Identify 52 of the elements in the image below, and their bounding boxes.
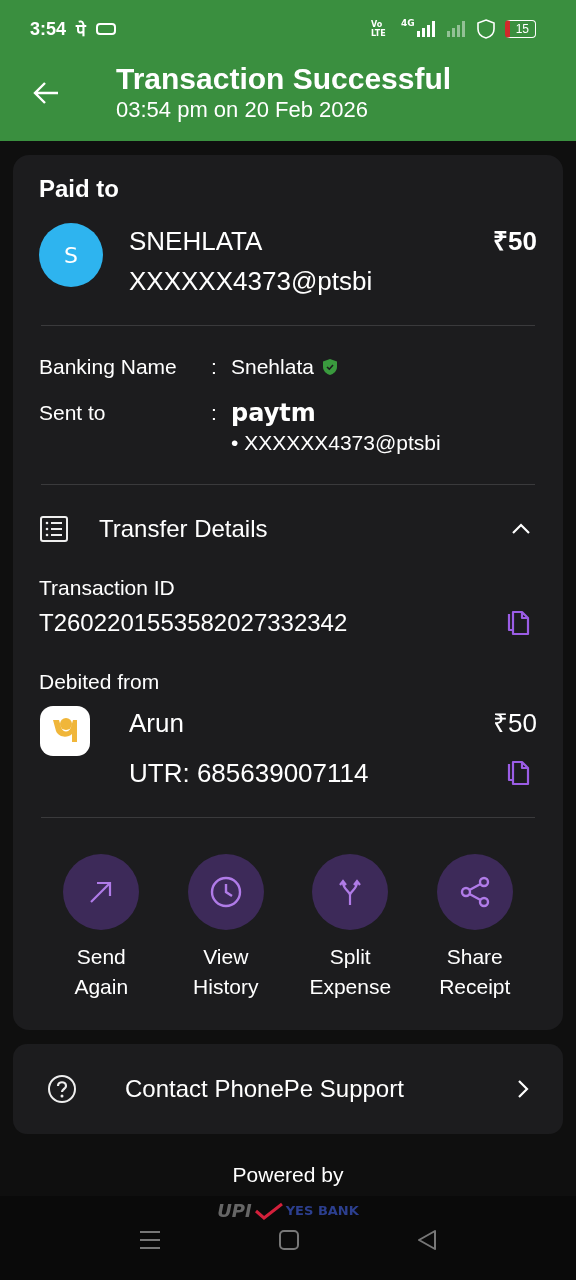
detail-value: • XXXXXX4373@ptsbi — [231, 430, 441, 456]
upi-logo: UPI — [217, 1200, 252, 1221]
separator-text: : — [211, 400, 218, 426]
status-time: 3:54 — [30, 18, 67, 40]
bank-logo: YES BANK — [285, 1203, 359, 1218]
chevron-icon[interactable] — [511, 523, 531, 535]
list-icon — [39, 515, 69, 543]
powered-by-text: Powered by — [231, 1162, 345, 1188]
payee-name: SNEHLATA — [129, 225, 263, 258]
signal-icon — [416, 21, 437, 37]
field-label: Debited from — [39, 669, 161, 695]
section-title: Transfer Details — [99, 515, 269, 543]
amount: ₹50 — [493, 707, 537, 740]
detail-label: Sent to — [39, 400, 107, 426]
action-label: Split Expense — [308, 944, 393, 1000]
clock-icon — [208, 875, 243, 909]
avatar-initial: S — [39, 223, 103, 287]
upi-id: XXXXXX4373@ptsbi — [129, 265, 374, 298]
utr-number: UTR: 685639007114 — [129, 757, 369, 790]
copy-icon[interactable] — [507, 760, 531, 786]
network-label: 4G — [401, 18, 415, 28]
copy-icon[interactable] — [507, 610, 531, 636]
chevron-right-icon — [517, 1079, 529, 1099]
action-label: Share Receipt — [438, 944, 512, 1000]
back-icon[interactable] — [417, 1229, 437, 1251]
volte-label: Vo LTE — [371, 20, 387, 38]
split-arrows-icon — [338, 878, 363, 906]
screen-icon — [96, 23, 117, 35]
bank-logo-icon — [39, 705, 91, 757]
screen-title: Transaction Successful — [116, 62, 452, 96]
paytm-logo: paytm — [231, 398, 317, 428]
share-icon — [458, 876, 491, 908]
section-heading: Paid to — [39, 175, 120, 203]
home-icon[interactable] — [279, 1230, 299, 1250]
field-label: Transaction ID — [39, 575, 176, 601]
separator-text: : — [211, 354, 218, 380]
battery-indicator: 15 — [504, 20, 536, 38]
support-row[interactable]: Contact PhonePe Support — [13, 1044, 563, 1134]
detail-label: Banking Name — [39, 354, 178, 380]
shield-icon — [476, 19, 495, 39]
action-label: Send Again — [73, 944, 130, 1000]
detail-value: Snehlata — [231, 354, 314, 380]
menu-icon[interactable] — [139, 1230, 161, 1250]
amount: ₹50 — [493, 225, 537, 258]
transaction-id: T2602201553582027332342 — [39, 608, 348, 638]
transaction-time: 03:54 pm on 20 Feb 2026 — [116, 96, 369, 124]
account-name: Arun — [129, 707, 184, 740]
signal-icon — [446, 21, 467, 37]
action-label: View History — [192, 944, 260, 1000]
app-notification-text: पे — [76, 18, 87, 41]
tick-icon — [253, 1201, 284, 1220]
help-icon — [47, 1074, 77, 1104]
